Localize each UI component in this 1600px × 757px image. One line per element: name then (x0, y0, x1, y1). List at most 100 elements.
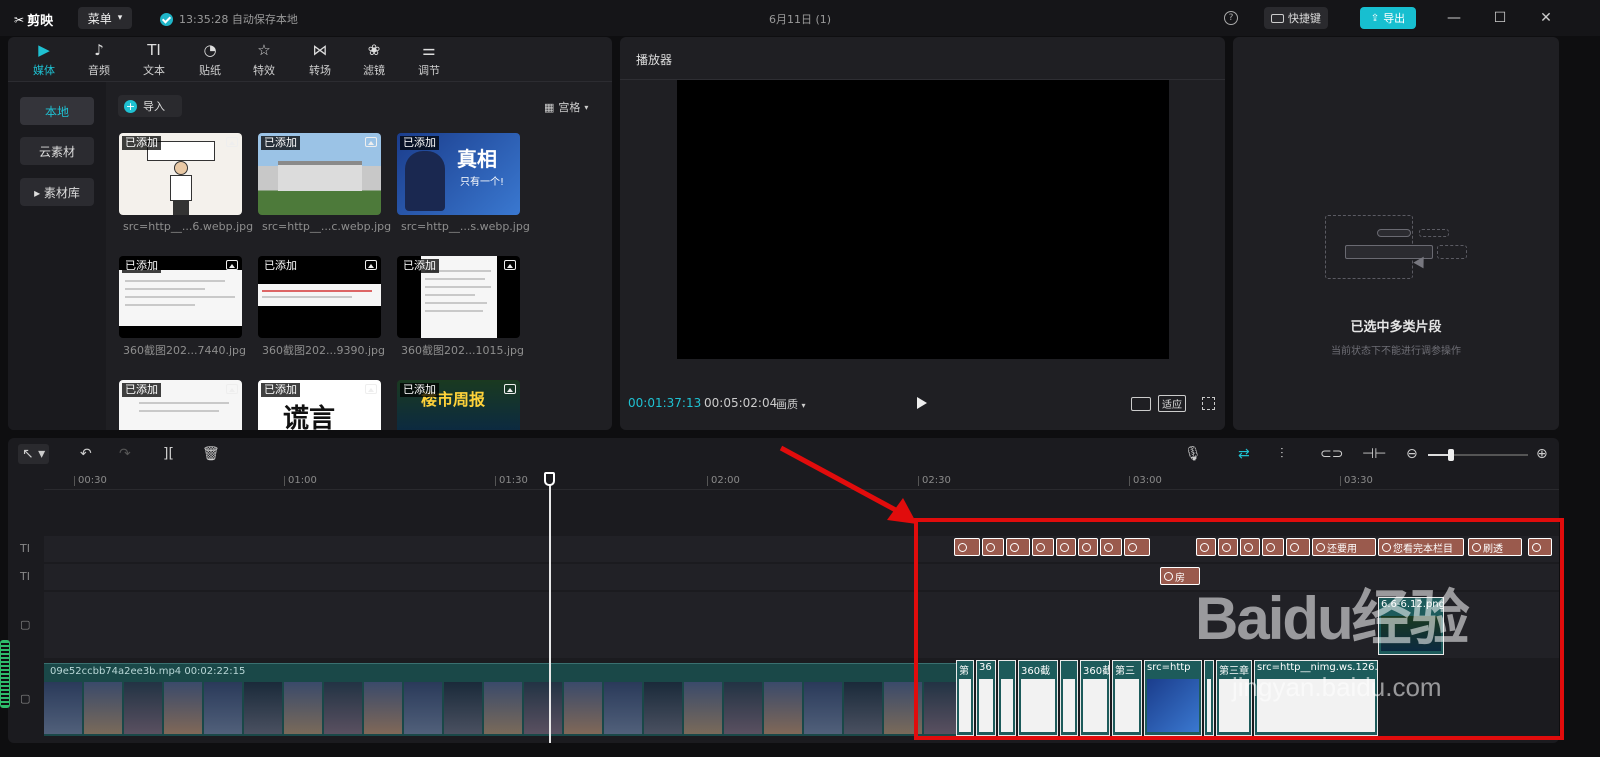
redo-icon[interactable]: ↷ (119, 446, 131, 462)
quality-dropdown[interactable]: 画质 ▾ (776, 396, 806, 412)
tab-media[interactable]: ▶ 媒体 (22, 41, 66, 79)
file-name: src=http__...6.webp.jpg (123, 220, 253, 233)
select-tool-icon[interactable]: ↖ ▾ (18, 444, 50, 464)
media-panel: ▶ 媒体 ♪ 音频 TI 文本 ◔ 贴纸 ☆ 特效 ⋈ 转场 ❀ 滤镜 ⚌ 调节… (8, 37, 612, 430)
title-bar: ✂ 剪映 菜单 ▾ 13:35:28 自动保存本地 6月11日 (1) ? 快捷… (0, 0, 1600, 36)
ruler-tick: 03:30 (1340, 476, 1373, 486)
added-badge: 已添加 (122, 383, 161, 397)
properties-panel: 已选中多类片段 当前状态下不能进行调参操作 (1233, 37, 1559, 430)
tab-effects[interactable]: ☆ 特效 (242, 41, 286, 79)
cartoon-body (170, 175, 192, 201)
transition-icon: ⋈ (312, 41, 328, 59)
chevron-down-icon: ▾ (801, 401, 806, 410)
preview-axis-icon[interactable]: ⊣⊢ (1362, 446, 1386, 462)
player-panel: 播放器 00:01:37:13 00:05:02:04 画质 ▾ 适应 (620, 37, 1225, 430)
app-logo: ✂ 剪映 (14, 12, 54, 30)
import-button[interactable]: + 导入 (118, 95, 182, 117)
tab-filter[interactable]: ❀ 滤镜 (352, 41, 396, 79)
conan-figure (405, 151, 445, 211)
close-button[interactable]: ✕ (1536, 8, 1556, 28)
added-badge: 已添加 (122, 136, 161, 150)
added-badge: 已添加 (400, 136, 439, 150)
total-timecode: 00:05:02:04 (704, 396, 778, 410)
play-icon[interactable] (917, 397, 927, 409)
delete-icon[interactable]: 🗑 (202, 446, 220, 462)
multi-select-illustration (1325, 215, 1469, 281)
preview-screen[interactable] (677, 80, 1169, 359)
baidu-watermark: Baidu经验 (1195, 585, 1470, 652)
snap-icon[interactable]: ⫶ (1280, 446, 1284, 462)
media-thumb[interactable]: 已添加 (119, 256, 242, 338)
grid-view-toggle[interactable]: ▦ 宫格 ▾ (544, 99, 588, 115)
ruler-tick: 01:00 (284, 476, 317, 486)
media-thumb[interactable]: 已添加 (258, 133, 381, 215)
zoom-in-icon[interactable]: ⊕ (1536, 446, 1548, 462)
zoom-slider[interactable] (1428, 449, 1528, 461)
shortcut-button[interactable]: 快捷键 (1264, 7, 1328, 29)
media-thumb[interactable]: 已添加 真相 只有一个! (397, 133, 520, 215)
minimize-button[interactable]: — (1444, 8, 1464, 28)
project-title: 6月11日 (1) (768, 13, 832, 26)
added-badge: 已添加 (400, 383, 439, 397)
tab-transition[interactable]: ⋈ 转场 (298, 41, 342, 79)
maximize-button[interactable]: ☐ (1490, 8, 1510, 28)
chevron-down-icon: ▾ (117, 13, 123, 23)
thumb-caption: 谎言 (283, 404, 336, 430)
split-icon[interactable]: ][ (163, 446, 174, 462)
export-icon: ⇪ (1370, 12, 1380, 24)
media-thumb[interactable]: 已添加 (119, 380, 242, 430)
waveform-icon[interactable] (1131, 397, 1151, 411)
tab-audio[interactable]: ♪ 音频 (77, 41, 121, 79)
audio-icon: ♪ (94, 41, 104, 59)
menu-button[interactable]: 菜单 ▾ (78, 7, 132, 29)
media-thumb[interactable]: 已添加 楼市周报 (397, 380, 520, 430)
current-timecode: 00:01:37:13 (628, 396, 702, 410)
image-icon (365, 260, 377, 270)
image-icon (226, 260, 238, 270)
doc-preview (119, 270, 242, 326)
tab-adjust[interactable]: ⚌ 调节 (407, 41, 451, 79)
tab-sticker[interactable]: ◔ 贴纸 (188, 41, 232, 79)
image-icon (365, 137, 377, 147)
file-name: 360截图202...9390.jpg (262, 344, 385, 357)
undo-icon[interactable]: ↶ (80, 446, 92, 462)
baidu-watermark-url: jingyan.baidu.com (1232, 672, 1442, 702)
media-thumb[interactable]: 已添加 (397, 256, 520, 338)
media-thumb[interactable]: 已添加 谎言 (258, 380, 381, 430)
side-item-cloud[interactable]: 云素材 (20, 137, 94, 165)
playhead[interactable] (549, 472, 551, 743)
main-track-magnet-icon[interactable]: ⇄ (1238, 446, 1250, 462)
ruler-tick: 00:30 (74, 476, 107, 486)
chevron-down-icon: ▾ (584, 102, 589, 112)
link-icon[interactable]: ⊂⊃ (1320, 446, 1343, 462)
help-icon[interactable]: ? (1224, 11, 1238, 25)
playhead-handle[interactable] (544, 472, 555, 486)
clip-label: 09e52ccbb74a2ee3b.mp4 00:02:22:15 (50, 666, 246, 677)
main-video-clip[interactable]: 09e52ccbb74a2ee3b.mp4 00:02:22:15 (44, 663, 956, 736)
media-thumb[interactable]: 已添加 (258, 256, 381, 338)
zoom-out-icon[interactable]: ⊖ (1406, 446, 1418, 462)
added-badge: 已添加 (261, 259, 300, 273)
plus-icon: + (124, 99, 137, 113)
fullscreen-icon[interactable] (1202, 397, 1215, 410)
microphone-icon[interactable]: 🎙 (1184, 446, 1202, 462)
text-icon: TI (147, 41, 161, 59)
logo-icon: ✂ (14, 12, 25, 27)
export-button[interactable]: ⇪ 导出 (1360, 7, 1416, 29)
thumb-caption: 真相 (457, 147, 497, 171)
check-circle-icon (160, 12, 173, 26)
text-track-icon: TI (20, 570, 30, 583)
fit-ratio-button[interactable]: 适应 (1158, 395, 1186, 412)
player-title: 播放器 (636, 53, 673, 67)
added-badge: 已添加 (261, 383, 300, 397)
side-item-local[interactable]: 本地 (20, 97, 94, 125)
side-item-library[interactable]: ▸ 素材库 (20, 178, 94, 206)
cartoon-legs (173, 201, 189, 215)
audio-level-meter (0, 640, 10, 708)
media-thumb[interactable]: 已添加 (119, 133, 242, 215)
image-icon (504, 384, 516, 394)
image-icon (365, 384, 377, 394)
image-icon (226, 384, 238, 394)
tab-text[interactable]: TI 文本 (132, 41, 176, 79)
zoom-slider-thumb[interactable] (1448, 449, 1454, 461)
